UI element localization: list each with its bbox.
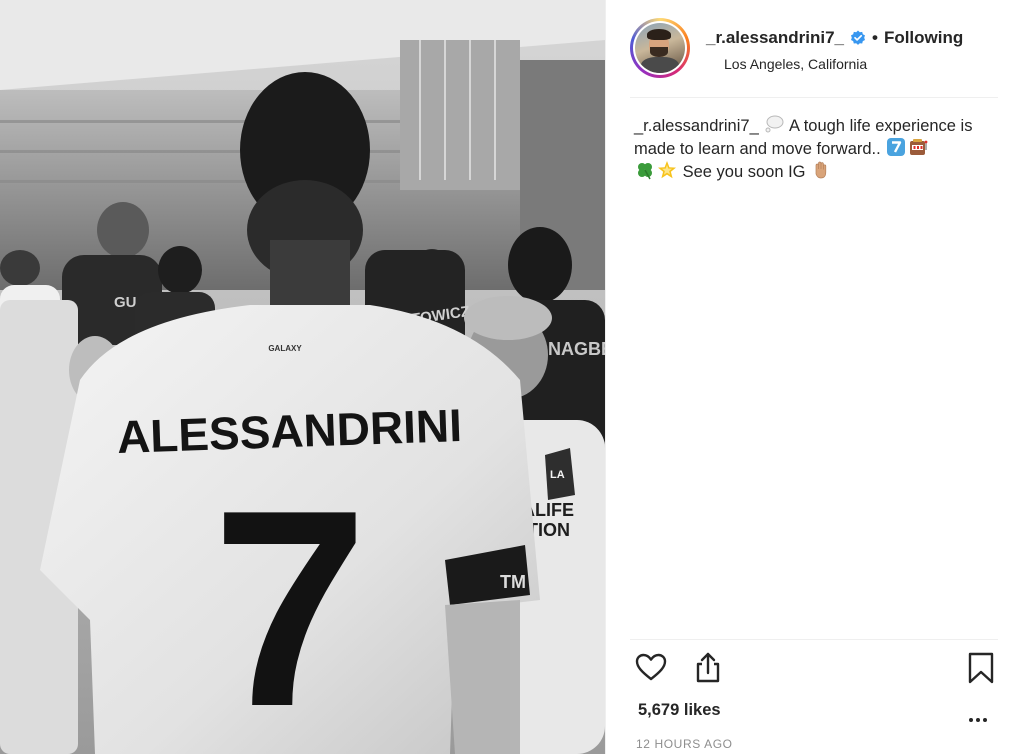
post-side-panel: _r.alessandrini7_ • Following Los Angele… [606,0,1024,754]
svg-text:NAGBE: NAGBE [548,339,605,359]
post-timestamp[interactable]: 12 HOURS AGO [636,737,733,751]
more-dot [983,718,987,722]
svg-text:TM: TM [500,572,526,592]
post-photo-illustration: GU NAGBE ARENTOWICZ LA ALIFE ITION TM GA… [0,0,605,754]
more-icon[interactable] [966,710,990,730]
heart-icon[interactable] [634,651,668,685]
avatar-image [635,23,685,73]
more-dot [969,718,973,722]
svg-text:7: 7 [212,453,368,754]
separator-dot: • [871,28,878,47]
post-header: _r.alessandrini7_ • Following Los Angele… [630,16,998,82]
glowing-star-icon [658,161,676,179]
svg-text:LA: LA [550,469,565,481]
verified-badge-icon [850,30,865,45]
following-button[interactable]: Following [884,28,963,48]
avatar-body [641,57,679,73]
header-divider [630,97,998,98]
location-link[interactable]: Los Angeles, California [724,56,867,72]
username-link[interactable]: _r.alessandrini7_ [706,28,844,48]
avatar-border [633,21,687,75]
svg-text:GALAXY: GALAXY [268,344,302,353]
caption-text-part2: See you soon IG [678,163,811,181]
slot-machine-icon [910,139,928,155]
action-bar [634,651,996,687]
avatar-beard [650,47,668,57]
post-photo[interactable]: GU NAGBE ARENTOWICZ LA ALIFE ITION TM GA… [0,0,605,754]
name-row: _r.alessandrini7_ • Following [706,27,963,49]
caption-username-link[interactable]: _r.alessandrini7_ [634,117,759,135]
actions-divider [630,639,998,640]
waving-hand-icon [815,161,827,179]
likes-count[interactable]: 5,679 likes [638,701,721,720]
avatar-hair [647,29,671,40]
more-dot [976,718,980,722]
four-leaf-clover-icon [638,163,652,180]
bookmark-icon[interactable] [964,651,998,685]
keycap-seven-icon [887,138,906,156]
thought-balloon-icon [765,115,784,133]
share-icon[interactable] [691,651,725,685]
svg-text:GU: GU [114,294,137,311]
avatar[interactable] [630,18,690,78]
post-caption: _r.alessandrini7_ A tough life experienc… [634,114,996,183]
